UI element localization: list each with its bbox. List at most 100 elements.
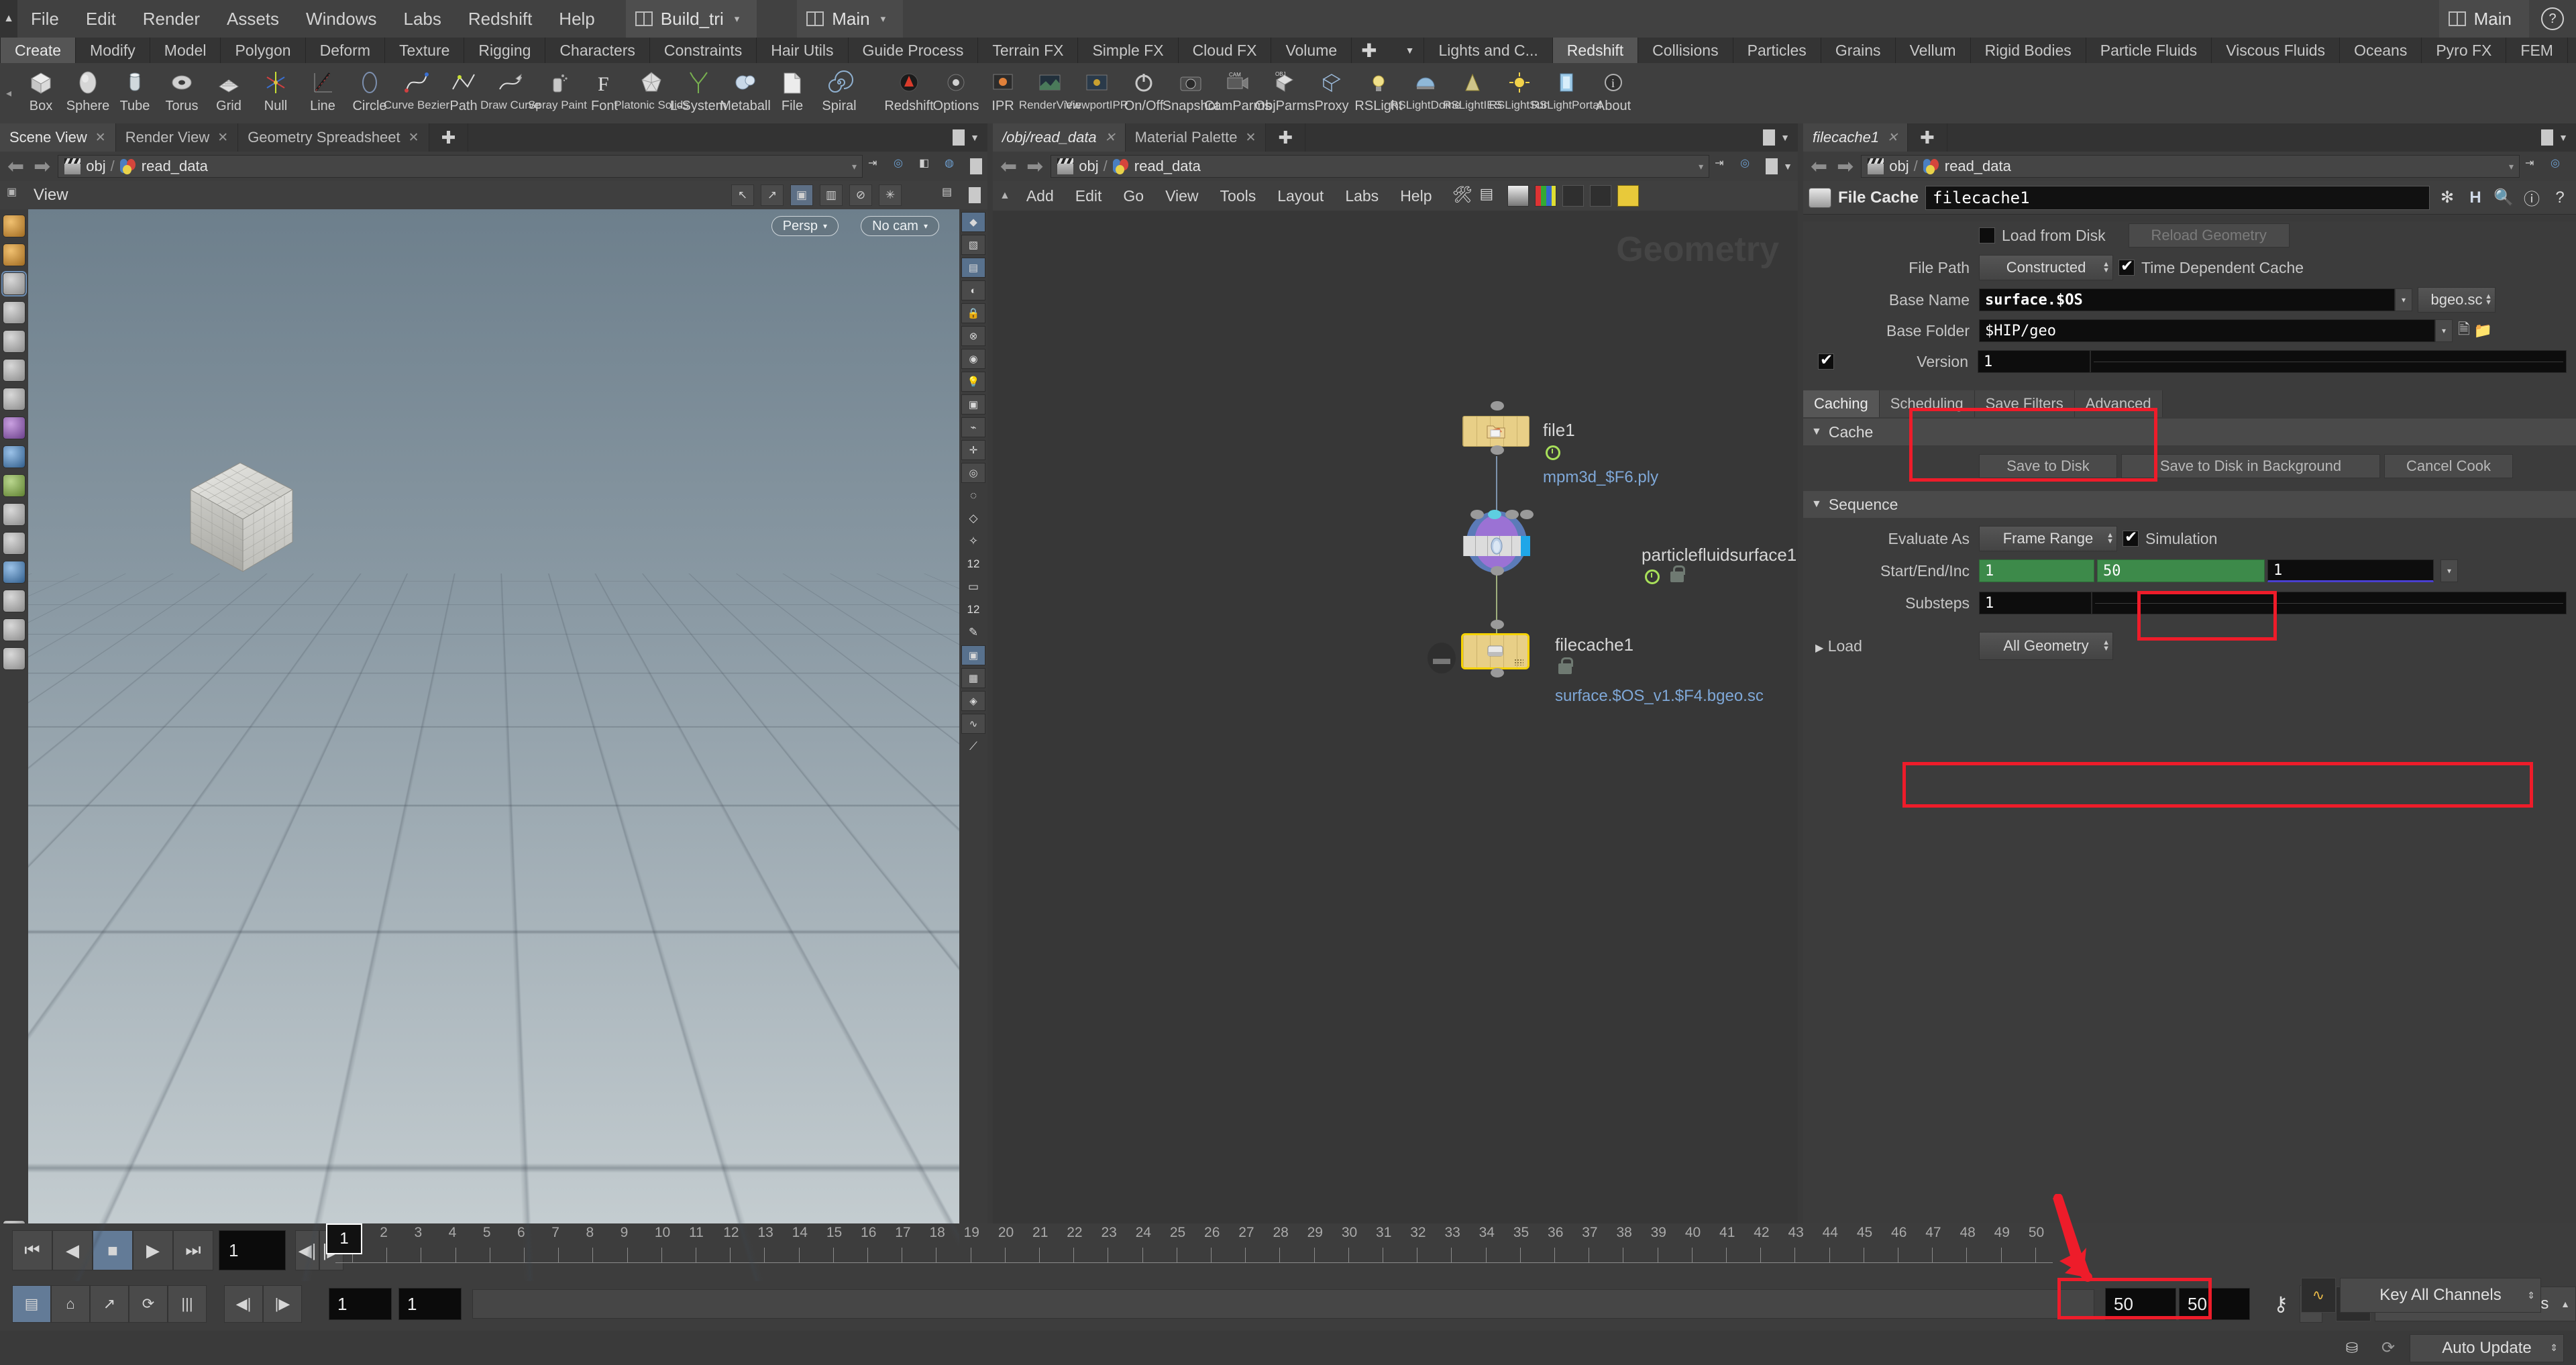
add-tab-button[interactable]: ✚ bbox=[1266, 123, 1305, 152]
playback-range-start-input[interactable]: 1 bbox=[329, 1288, 392, 1320]
tab-material-palette[interactable]: Material Palette ✕ bbox=[1126, 123, 1267, 152]
shelf-tool-redshift[interactable]: Redshift bbox=[885, 63, 932, 114]
select-alt-tool-icon[interactable]: ↗ bbox=[761, 184, 784, 206]
shelf-tab-rigid-bodies[interactable]: Rigid Bodies bbox=[1971, 38, 2086, 63]
file-browse-icon[interactable]: 🗎 bbox=[2458, 318, 2470, 343]
display-curve-icon[interactable]: ∿ bbox=[961, 714, 985, 734]
menu-help[interactable]: Help bbox=[545, 0, 608, 38]
shelf-tool-file[interactable]: File bbox=[769, 63, 816, 114]
load-from-disk-checkbox[interactable] bbox=[1979, 227, 1995, 243]
tab-save-filters[interactable]: Save Filters bbox=[1975, 390, 2075, 417]
animation-curve-icon[interactable]: ∿ bbox=[2301, 1278, 2336, 1313]
tool-sculpt-icon[interactable] bbox=[3, 618, 25, 641]
viewport-3d-scene[interactable]: Persp ▾ No cam ▾ bbox=[28, 209, 959, 1281]
current-frame-input[interactable]: 1 bbox=[219, 1230, 286, 1270]
shelf-tool-viewportipr[interactable]: ViewportIPR bbox=[1073, 63, 1120, 114]
desktop-selector[interactable]: Build_tri ▾ bbox=[626, 0, 757, 38]
node-output-port[interactable] bbox=[1491, 445, 1504, 455]
chevron-down-icon[interactable]: ▾ bbox=[1699, 161, 1703, 172]
node-display-flag[interactable] bbox=[1521, 536, 1530, 556]
shelf-tool-spray-paint[interactable]: Spray Paint bbox=[534, 63, 581, 114]
display-gem-icon[interactable]: ◈ bbox=[961, 691, 985, 711]
node-input-port-3[interactable] bbox=[1520, 510, 1534, 519]
node-body[interactable] bbox=[1466, 511, 1527, 573]
right-layout-selector[interactable]: Main bbox=[2439, 0, 2529, 38]
display-guide-icon[interactable]: ◌ bbox=[961, 486, 985, 506]
node-output-port[interactable] bbox=[1491, 566, 1504, 576]
shelf-tab-deform[interactable]: Deform bbox=[306, 38, 385, 63]
shelf-tool-sphere[interactable]: Sphere bbox=[64, 63, 111, 114]
auto-update-button[interactable]: Auto Update ⇕ bbox=[2410, 1334, 2564, 1362]
tab-advanced[interactable]: Advanced bbox=[2075, 390, 2163, 417]
add-tab-button[interactable]: ✚ bbox=[1908, 123, 1947, 152]
shelf-tab-model[interactable]: Model bbox=[150, 38, 221, 63]
base-folder-menu-icon[interactable]: ▾ bbox=[2435, 319, 2453, 342]
shelf-tab-simple-fx[interactable]: Simple FX bbox=[1078, 38, 1178, 63]
shelf-tab-create[interactable]: Create bbox=[1, 38, 76, 63]
menu-scroll-up-icon[interactable]: ▲ bbox=[0, 0, 17, 38]
node-filecache1[interactable] bbox=[1461, 633, 1529, 669]
tab-filecache1[interactable]: filecache1 ✕ bbox=[1803, 123, 1908, 152]
tab-obj-read-data[interactable]: /obj/read_data ✕ bbox=[993, 123, 1126, 152]
network-path-field[interactable]: obj / read_data ▾ bbox=[1051, 155, 1709, 178]
shelf-tab-particle-fluids[interactable]: Particle Fluids bbox=[2086, 38, 2212, 63]
save-to-disk-background-button[interactable]: Save to Disk in Background bbox=[2121, 454, 2380, 478]
shelf-tool-metaball[interactable]: Metaball bbox=[722, 63, 769, 114]
pin-icon[interactable]: ⇥ bbox=[2525, 156, 2545, 176]
global-range-start-input[interactable]: 50 bbox=[2105, 1288, 2176, 1320]
timeline-ruler[interactable]: 1234567891011121314151617181920212223242… bbox=[335, 1223, 2053, 1277]
shelf-scroll-left-icon[interactable]: ◂ bbox=[0, 63, 17, 123]
tool-handle2-icon[interactable] bbox=[3, 388, 25, 411]
shelf-tab-cloud-fx[interactable]: Cloud FX bbox=[1179, 38, 1272, 63]
camera-icon[interactable]: ▣ bbox=[7, 185, 27, 205]
help-icon[interactable]: ? bbox=[2549, 187, 2571, 209]
info-icon[interactable]: ⓘ bbox=[2521, 187, 2542, 209]
shelf-tab-volume[interactable]: Volume bbox=[1271, 38, 1352, 63]
shelf-tab-pyro-fx[interactable]: Pyro FX bbox=[2422, 38, 2506, 63]
shelf-tab-characters[interactable]: Characters bbox=[545, 38, 649, 63]
display-shaded-icon[interactable]: ▤ bbox=[961, 258, 985, 278]
display-colorgrid-icon[interactable]: ▦ bbox=[961, 668, 985, 688]
snap-tool-icon[interactable]: ✳ bbox=[879, 184, 902, 206]
node-input-port[interactable] bbox=[1491, 401, 1504, 411]
select-tool-icon[interactable]: ↖ bbox=[731, 184, 754, 206]
tool-extra-icon[interactable] bbox=[3, 647, 25, 670]
shelf-tab-polygon[interactable]: Polygon bbox=[221, 38, 305, 63]
close-icon[interactable]: ✕ bbox=[95, 130, 106, 146]
play-button[interactable]: ▶ bbox=[133, 1230, 173, 1270]
shelf-tool-about[interactable]: iAbout bbox=[1590, 63, 1637, 114]
cube-geometry[interactable] bbox=[181, 457, 299, 578]
display-node-icon[interactable]: ▭ bbox=[961, 577, 985, 597]
menu-labs[interactable]: Labs bbox=[390, 0, 455, 38]
pin-icon[interactable]: ⇥ bbox=[1715, 156, 1735, 176]
forward-icon[interactable]: ➡ bbox=[1024, 155, 1045, 178]
shape-tools-icon[interactable] bbox=[1562, 185, 1584, 207]
display-handle-icon[interactable]: ✛ bbox=[961, 440, 985, 460]
maximize-pane-icon[interactable] bbox=[953, 129, 965, 146]
sequence-end-input[interactable]: 50 bbox=[2097, 559, 2265, 582]
gear-icon[interactable]: ✻ bbox=[2436, 187, 2458, 209]
no-entry-icon[interactable]: ⊘ bbox=[849, 184, 872, 206]
refresh-icon[interactable]: ⟳ bbox=[2373, 1335, 2403, 1361]
timeline-scroll-track[interactable] bbox=[472, 1289, 2094, 1319]
shelf-tool-platonic-solids[interactable]: Platonic Solids bbox=[628, 63, 675, 114]
tool-view-icon[interactable] bbox=[3, 215, 25, 237]
chevron-down-icon[interactable]: ▾ bbox=[852, 161, 857, 172]
version-input[interactable]: 1 bbox=[1978, 350, 2090, 373]
shelf-tab-rigging[interactable]: Rigging bbox=[464, 38, 545, 63]
op-name-input[interactable]: filecache1 bbox=[1925, 186, 2430, 210]
cancel-cook-button[interactable]: Cancel Cook bbox=[2384, 454, 2513, 478]
tab-geometry-spreadsheet[interactable]: Geometry Spreadsheet ✕ bbox=[238, 123, 429, 152]
shelf-tab-fem[interactable]: FEM bbox=[2506, 38, 2568, 63]
shelf-tab-terrain-fx[interactable]: Terrain FX bbox=[978, 38, 1078, 63]
shelf-tab-hair-utils[interactable]: Hair Utils bbox=[757, 38, 848, 63]
camera-chip[interactable]: No cam ▾ bbox=[861, 216, 939, 236]
display-axis-icon[interactable]: ◇ bbox=[961, 508, 985, 529]
tool-knife-icon[interactable] bbox=[3, 503, 25, 526]
file-path-menu[interactable]: Constructed ▲▼ bbox=[1979, 255, 2113, 280]
pane-layout-selector[interactable]: Main ▾ bbox=[797, 0, 903, 38]
viewport-pane-maximize-icon[interactable] bbox=[969, 187, 981, 203]
sequence-menu-icon[interactable]: ▾ bbox=[2440, 559, 2458, 582]
menu-assets[interactable]: Assets bbox=[213, 0, 292, 38]
close-icon[interactable]: ✕ bbox=[217, 130, 228, 146]
